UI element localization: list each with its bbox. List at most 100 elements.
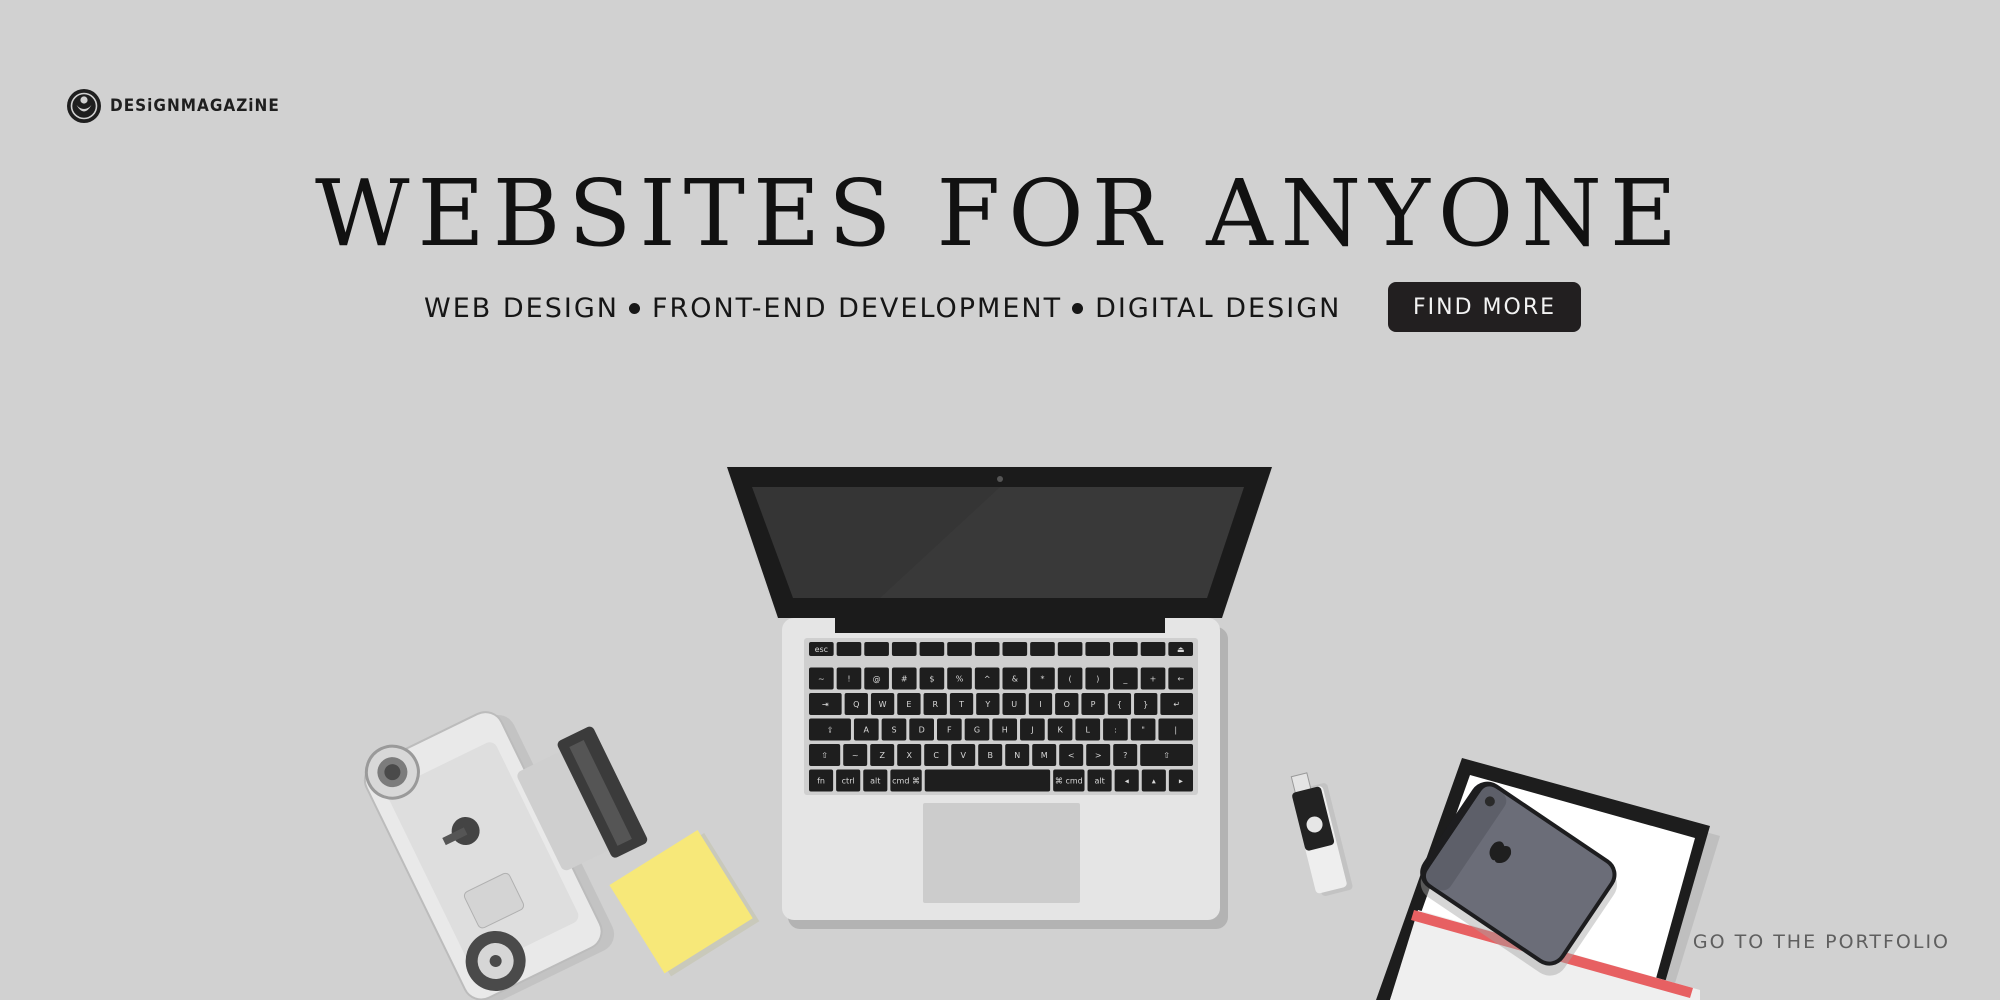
- keyboard-key: esc: [809, 642, 834, 656]
- keyboard-key-label: J: [1030, 726, 1033, 735]
- keyboard-key: X: [897, 744, 922, 766]
- keyboard-key-label: H: [1002, 726, 1008, 735]
- keyboard-key-label: }: [1143, 700, 1148, 709]
- keyboard-key: F: [937, 718, 962, 741]
- keyboard-key: {: [1107, 693, 1132, 715]
- keyboard-key: [891, 642, 917, 656]
- keyboard-key: C: [924, 744, 949, 766]
- keyboard-key-label: (: [1069, 675, 1072, 684]
- keyboard-key-label: ↵: [1173, 700, 1180, 709]
- keyboard-key-label: #: [901, 675, 908, 684]
- keyboard-key-label: alt: [1094, 777, 1104, 786]
- keyboard-key-label: !: [847, 675, 850, 684]
- keyboard-key: %: [947, 667, 972, 690]
- keyboard-key: M: [1032, 744, 1057, 766]
- keyboard-key: ): [1085, 667, 1111, 690]
- keyboard-key-label: ): [1096, 675, 1099, 684]
- keyboard-key-label: Y: [984, 700, 990, 709]
- keyboard-key-label: *: [1040, 675, 1044, 684]
- keyboard-key: V: [951, 744, 976, 766]
- keyboard-key: ⌘ cmd: [1053, 769, 1085, 792]
- keyboard-key-label: :: [1114, 726, 1117, 735]
- keyboard-key: ?: [1113, 744, 1138, 766]
- keyboard-key: K: [1047, 718, 1073, 741]
- keyboard-key: Q: [844, 693, 868, 715]
- keyboard-key: ↵: [1160, 693, 1193, 715]
- keyboard-key-label: I: [1039, 700, 1041, 709]
- keyboard-key-label: D: [919, 726, 925, 735]
- keyboard-key: fn: [809, 769, 834, 792]
- go-to-portfolio-link[interactable]: GO TO THE PORTFOLIO: [1693, 931, 1950, 953]
- keyboard-key-label: >: [1095, 751, 1102, 760]
- keyboard-key-label: alt: [870, 777, 880, 786]
- keyboard-key-label: @: [873, 675, 881, 684]
- keyboard-key-label: V: [960, 751, 966, 760]
- keyboard-key-label: ⇧: [1163, 751, 1170, 760]
- keyboard-key-label: |: [1174, 726, 1177, 735]
- keyboard-key: }: [1134, 693, 1158, 715]
- keyboard-key-label: ": [1141, 726, 1145, 735]
- keyboard-key: ~: [843, 744, 868, 766]
- keyboard-key: ⇥: [809, 693, 842, 715]
- keyboard-key: I: [1028, 693, 1053, 715]
- keyboard-key: (: [1057, 667, 1083, 690]
- keyboard-key-label: +: [1150, 675, 1157, 684]
- keyboard-key-label: S: [891, 726, 896, 735]
- laptop: esc ⏏ ~! @ # $% ^ & * () _ + ← ⇥ Q W E R T Y U I O P {} ↵ ⇪ A S D F G H J…: [725, 466, 1274, 929]
- keyboard-key-label: ?: [1123, 751, 1127, 760]
- keyboard-key: D: [909, 718, 934, 741]
- keyboard-key: [1002, 642, 1028, 656]
- keyboard-key: U: [1002, 693, 1026, 715]
- keyboard-key-label: F: [947, 726, 952, 735]
- keyboard-key-label: ⇧: [821, 751, 828, 760]
- keyboard-key: A: [853, 718, 879, 741]
- keyboard-key-label: cmd ⌘: [892, 777, 920, 786]
- keyboard-key: *: [1030, 667, 1055, 690]
- keyboard-key-label: E: [906, 700, 911, 709]
- keyboard-key: Z: [870, 744, 895, 766]
- keyboard-key-label: X: [906, 751, 912, 760]
- keyboard-key-label: A: [864, 726, 870, 735]
- keyboard-key: L: [1075, 718, 1101, 741]
- keyboard-key-label: O: [1064, 700, 1070, 709]
- keyboard-key-label: Z: [879, 751, 885, 760]
- keyboard-key: $: [919, 667, 945, 690]
- keyboard-key-label: ⇥: [822, 700, 829, 709]
- keyboard-key: P: [1081, 693, 1105, 715]
- keyboard-key: >: [1086, 744, 1111, 766]
- keyboard-key-label: fn: [817, 777, 825, 786]
- keyboard-key-label: T: [958, 700, 964, 709]
- keyboard-key: R: [923, 693, 947, 715]
- keyboard-key: alt: [863, 769, 888, 792]
- keyboard-key: W: [870, 693, 895, 715]
- usb-stick: [1290, 772, 1353, 896]
- sticky-note: [609, 830, 760, 977]
- keyboard-key-label: ctrl: [842, 777, 855, 786]
- keyboard-key-label: B: [987, 751, 993, 760]
- keyboard-key: ctrl: [836, 769, 861, 792]
- keyboard-key: ": [1130, 718, 1156, 741]
- keyboard-key: <: [1059, 744, 1084, 766]
- keyboard-key-label: ▸: [1179, 777, 1183, 786]
- keyboard-key: J: [1020, 718, 1045, 741]
- keyboard-key: ⇧: [1140, 744, 1193, 766]
- keyboard-key: [1030, 642, 1055, 656]
- keyboard-key: ⇧: [809, 744, 841, 766]
- keyboard-key-label: ⏏: [1177, 645, 1185, 654]
- keyboard-key: [1113, 642, 1138, 656]
- keyboard-key-label: {: [1117, 700, 1122, 709]
- keyboard-key-label: <: [1068, 751, 1075, 760]
- keyboard-key: +: [1140, 667, 1166, 690]
- keyboard-key: [1140, 642, 1166, 656]
- keyboard-key: ◂: [1114, 769, 1139, 792]
- keyboard-key: [974, 642, 1000, 656]
- keyboard-key-label: ⇪: [827, 726, 834, 735]
- keyboard-key: E: [897, 693, 921, 715]
- keyboard-key: [919, 642, 945, 656]
- keyboard-key: [924, 769, 1051, 792]
- keyboard-key-label: ⌘ cmd: [1055, 777, 1083, 786]
- keyboard-key: ⇪: [809, 718, 851, 741]
- keyboard-key: [1057, 642, 1083, 656]
- keyboard-key-label: ^: [984, 675, 991, 684]
- keyboard-key: ~: [809, 667, 834, 690]
